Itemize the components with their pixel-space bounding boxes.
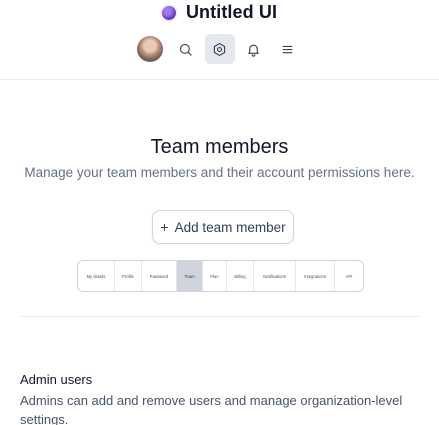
tab-profile[interactable]: Profile	[115, 261, 142, 291]
section-title: Admin users	[20, 372, 93, 387]
tab-billing[interactable]: Billing	[227, 261, 254, 291]
tab-team[interactable]: Team	[177, 261, 203, 291]
app-name: Untitled UI	[185, 2, 278, 22]
page-title: Team members	[150, 136, 289, 158]
tab-password[interactable]: Password	[142, 261, 177, 291]
tab-notifications[interactable]: Notifications	[254, 261, 296, 291]
section-divider	[20, 316, 420, 317]
add-team-member-label: Add team member	[174, 219, 286, 235]
menu-icon	[282, 45, 293, 53]
section-description: Admins can add and remove users and mana…	[20, 393, 403, 425]
avatar[interactable]	[136, 36, 163, 62]
tab-plan[interactable]: Plan	[203, 261, 227, 291]
brand[interactable]: Untitled UI	[0, 2, 439, 23]
menu-button[interactable]	[273, 34, 303, 64]
page-subtitle: Manage your team members and their accou…	[24, 165, 415, 180]
search-icon	[179, 43, 192, 56]
settings-icon	[213, 42, 226, 56]
top-navbar: Untitled UI	[0, 0, 439, 80]
add-team-member-button[interactable]: + Add team member	[152, 210, 294, 244]
header-actions	[0, 34, 439, 64]
bell-icon	[248, 44, 259, 57]
notifications-button[interactable]	[239, 34, 269, 64]
plus-icon: +	[160, 219, 169, 235]
tab-my-details[interactable]: My details	[78, 261, 115, 291]
logo-icon	[161, 5, 176, 20]
tab-api[interactable]: API	[335, 261, 363, 291]
tab-integrations[interactable]: Integrations	[296, 261, 335, 291]
settings-tabs: My details Profile Password Team Plan Bi…	[77, 260, 364, 292]
search-button[interactable]	[171, 34, 201, 64]
settings-button[interactable]	[204, 34, 235, 64]
